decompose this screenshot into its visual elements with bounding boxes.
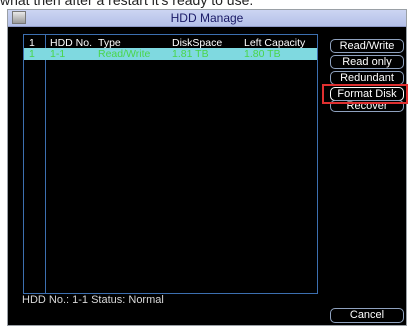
row-disk-space: 1.81 TB xyxy=(172,48,209,60)
row-hdd-no: 1-1 xyxy=(50,48,66,60)
recover-button[interactable]: Recover xyxy=(330,100,404,112)
hdd-list-panel: 1 HDD No. Type DiskSpace Left Capacity 1… xyxy=(23,34,318,294)
top-text-line: what then after a restart it's ready to … xyxy=(0,0,254,8)
clipped-top-text: what then after a restart it's ready to … xyxy=(0,0,409,9)
redundant-button[interactable]: Redundant xyxy=(330,71,404,85)
row-type: Read/Write xyxy=(98,48,151,60)
cancel-button[interactable]: Cancel xyxy=(330,308,404,323)
table-row[interactable]: 1 1-1 Read/Write 1.81 TB 1.80 TB xyxy=(24,48,317,60)
title-bar: HDD Manage xyxy=(8,10,406,27)
row-left-capacity: 1.80 TB xyxy=(244,48,281,60)
window-title: HDD Manage xyxy=(170,11,244,25)
status-text: HDD No.: 1-1 Status: Normal xyxy=(22,294,164,306)
column-divider xyxy=(45,35,46,293)
read-only-button[interactable]: Read only xyxy=(330,55,404,69)
row-index: 1 xyxy=(29,48,35,60)
hdd-manage-window: HDD Manage 1 HDD No. Type DiskSpace Left… xyxy=(7,9,408,326)
read-write-button[interactable]: Read/Write xyxy=(330,39,404,53)
format-disk-button[interactable]: Format Disk xyxy=(330,87,404,101)
